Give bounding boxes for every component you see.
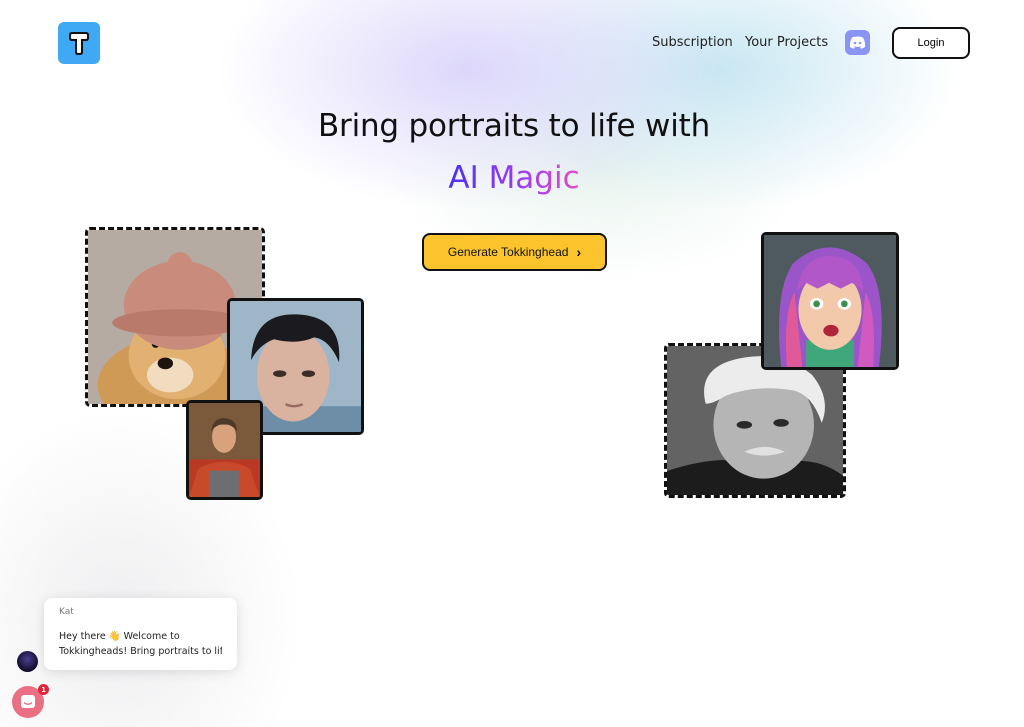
logo-t-icon [69, 32, 89, 55]
chat-message-text: Hey there 👋 Welcome to Tokkingheads! Bri… [59, 629, 222, 659]
logo[interactable] [58, 22, 100, 64]
hero-accent-title: AI Magic [0, 160, 1024, 196]
nav-your-projects[interactable]: Your Projects [745, 35, 828, 50]
hero-title: Bring portraits to life with [317, 108, 711, 144]
chat-message-line-1: Hey there 👋 Welcome to [59, 631, 180, 642]
cta-label: Generate Tokkinghead [447, 245, 569, 259]
unread-badge: 1 [38, 684, 49, 695]
chat-message-preview[interactable]: Kat Hey there 👋 Welcome to Tokkingheads!… [44, 598, 237, 670]
nav-subscription[interactable]: Subscription [652, 35, 733, 50]
portrait-roman-emperor[interactable] [186, 400, 263, 500]
discord-icon[interactable] [845, 30, 870, 55]
chat-message-line-2: Tokkingheads! Bring portraits to lif... [59, 646, 222, 657]
login-button[interactable]: Login [892, 27, 970, 59]
chat-agent-avatar [17, 651, 38, 672]
chevron-right-icon: › [576, 244, 582, 260]
generate-tokkinghead-button[interactable]: Generate Tokkinghead › [422, 233, 607, 271]
chat-agent-name: Kat [59, 607, 74, 617]
chat-icon [21, 695, 35, 708]
portrait-cartoon-woman[interactable] [761, 232, 899, 370]
hero-accent-text: AI Magic [448, 160, 580, 196]
